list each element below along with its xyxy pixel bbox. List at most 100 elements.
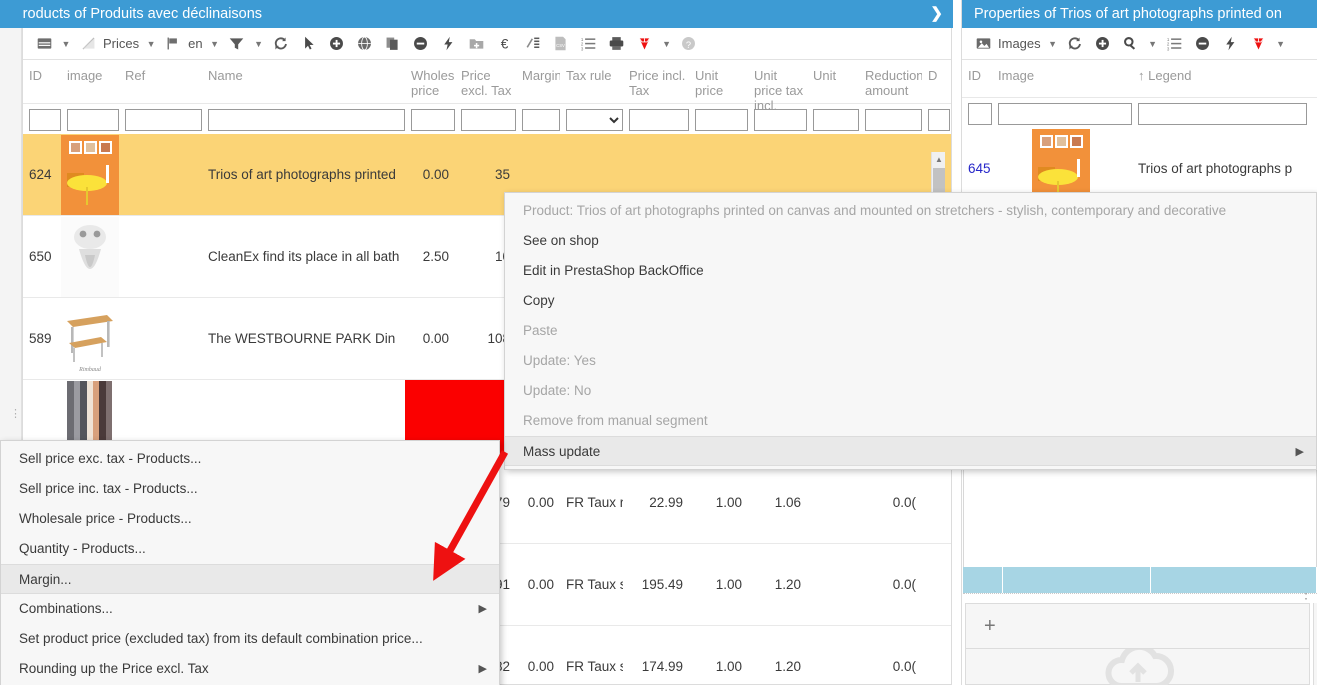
toolbar-print[interactable] [604,31,630,57]
filter-input-id[interactable] [29,109,61,131]
sub-set-product-price[interactable]: Set product price (excluded tax) from it… [1,624,499,654]
row-context-menu[interactable]: Product: Trios of art photographs printe… [504,192,1317,470]
images-filter-input-id[interactable] [968,103,992,125]
column-header-tax_rule[interactable]: Tax rule [560,68,623,83]
toolbar-select-cursor[interactable] [296,31,322,57]
column-drag-handle[interactable]: ⋮ [10,412,21,416]
cell-price_inc: 195.49 [623,544,689,625]
toolbar-duplicate[interactable] [380,31,406,57]
column-header-unit[interactable]: Unit [807,68,859,83]
sub-combinations[interactable]: Combinations...▶ [1,594,499,624]
toolbar-premium[interactable] [632,31,658,57]
filter-select-tax_rule[interactable] [566,109,623,131]
toolbar-quick-action[interactable] [436,31,462,57]
column-header-wholesale[interactable]: Wholesale price [405,68,455,98]
toolbar-premium[interactable] [1246,31,1272,57]
filter-input-unit_pr[interactable] [695,109,748,131]
scroll-thumb[interactable] [933,168,945,194]
filter-input-extra[interactable] [928,109,950,131]
ctx-see-on-shop[interactable]: See on shop [505,226,1316,256]
sub-sell-price-exc-tax[interactable]: Sell price exc. tax - Products... [1,444,499,474]
toolbar-delete-image[interactable] [1190,31,1216,57]
toolbar-refresh[interactable] [1062,31,1088,57]
sub-rounding-up-price[interactable]: Rounding up the Price excl. Tax▶ [1,654,499,684]
column-header-id[interactable]: ID [23,68,61,83]
filter-input-price_inc[interactable] [629,109,689,131]
column-header-image[interactable]: image [61,68,119,83]
sub-sell-price-inc-tax[interactable]: Sell price inc. tax - Products... [1,474,499,504]
images-filter-cell-image [992,103,1132,125]
ctx-mass-update[interactable]: Mass update▶ [505,436,1316,466]
images-filter-input-image[interactable] [998,103,1132,125]
images-filter-input-legend[interactable] [1138,103,1307,125]
column-header-margin[interactable]: Margin [516,68,560,83]
toolbar-help[interactable]: ? [676,31,702,57]
sort-ascending-icon: ↑ [1138,68,1145,83]
chevron-down-icon[interactable]: ▼ [144,39,158,49]
toolbar-currency[interactable]: € [492,31,518,57]
toolbar-list-view[interactable]: 123 [1162,31,1188,57]
filter-input-image[interactable] [67,109,119,131]
uploader-add-button[interactable]: + [966,604,1309,649]
row-thumbnail [61,134,119,215]
toolbar-add-row[interactable] [324,31,350,57]
filter-input-margin[interactable] [522,109,560,131]
filter-input-ref[interactable] [125,109,202,131]
chevron-down-icon[interactable]: ▼ [1146,39,1160,49]
column-header-extra[interactable]: D [922,68,950,83]
images-column-header-image[interactable]: Image [992,68,1132,83]
column-header-ref[interactable]: Ref [119,68,202,83]
images-filter-row[interactable] [962,98,1317,128]
filter-input-unit_pr_i[interactable] [754,109,807,131]
toolbar-add-folder[interactable] [464,31,490,57]
ctx-paste: Paste [505,316,1316,346]
images-column-header-id[interactable]: ID [962,68,992,83]
sub-wholesale-price[interactable]: Wholesale price - Products... [1,504,499,534]
toolbar-images-tab[interactable]: Images [970,31,1044,57]
properties-toolbar[interactable]: Images▼▼123▼ [962,28,1317,60]
column-header-reduction[interactable]: Reduction amount [859,68,922,98]
toolbar-sort-columns[interactable] [520,31,546,57]
ctx-copy[interactable]: Copy [505,286,1316,316]
sub-quantity[interactable]: Quantity - Products... [1,534,499,564]
toolbar-list-view[interactable]: 123 [576,31,602,57]
filter-input-reduction[interactable] [865,109,922,131]
column-header-price_inc[interactable]: Price incl. Tax [623,68,689,98]
scroll-up-arrow[interactable]: ▲ [932,152,946,166]
column-header-unit_pr_i[interactable]: Unit price tax incl. [748,68,807,113]
toolbar-prices-mode[interactable]: Prices [75,31,142,57]
toolbar-language[interactable]: en [160,31,205,57]
toolbar-key-search[interactable] [1118,31,1144,57]
chevron-down-icon[interactable]: ▼ [59,39,73,49]
plus-circle-icon [327,34,347,54]
toolbar-view-layout[interactable] [31,31,57,57]
toolbar-delete-row[interactable] [408,31,434,57]
chevron-down-icon[interactable]: ▼ [660,39,674,49]
filter-input-unit[interactable] [813,109,859,131]
column-header-unit_pr[interactable]: Unit price [689,68,748,98]
products-toolbar[interactable]: ▼Prices▼en▼▼€CSV123▼? [23,28,951,60]
chevron-down-icon[interactable]: ▼ [1046,39,1060,49]
toolbar-refresh[interactable] [268,31,294,57]
chevron-down-icon[interactable]: ▼ [208,39,222,49]
panel-splitter[interactable] [963,593,1317,597]
mass-update-submenu[interactable]: Sell price exc. tax - Products...Sell pr… [0,440,500,685]
products-filter-row[interactable] [23,104,951,134]
column-header-name[interactable]: Name [202,68,405,83]
image-uploader[interactable]: + [965,603,1310,685]
filter-input-wholesale[interactable] [411,109,455,131]
sub-margin[interactable]: Margin... [1,564,499,594]
toolbar-quick-action[interactable] [1218,31,1244,57]
chevron-down-icon[interactable]: ▼ [1274,39,1288,49]
column-header-price_ex[interactable]: Price excl. Tax [455,68,516,98]
toolbar-add-image[interactable] [1090,31,1116,57]
chevron-down-icon[interactable]: ▼ [252,39,266,49]
chevron-right-icon[interactable]: ❯ [930,0,943,28]
toolbar-globe-sync[interactable] [352,31,378,57]
images-column-header-legend[interactable]: ↑ Legend [1132,68,1307,83]
toolbar-export-csv[interactable]: CSV [548,31,574,57]
ctx-edit-backoffice[interactable]: Edit in PrestaShop BackOffice [505,256,1316,286]
toolbar-filter[interactable] [224,31,250,57]
filter-input-name[interactable] [208,109,405,131]
filter-input-price_ex[interactable] [461,109,516,131]
